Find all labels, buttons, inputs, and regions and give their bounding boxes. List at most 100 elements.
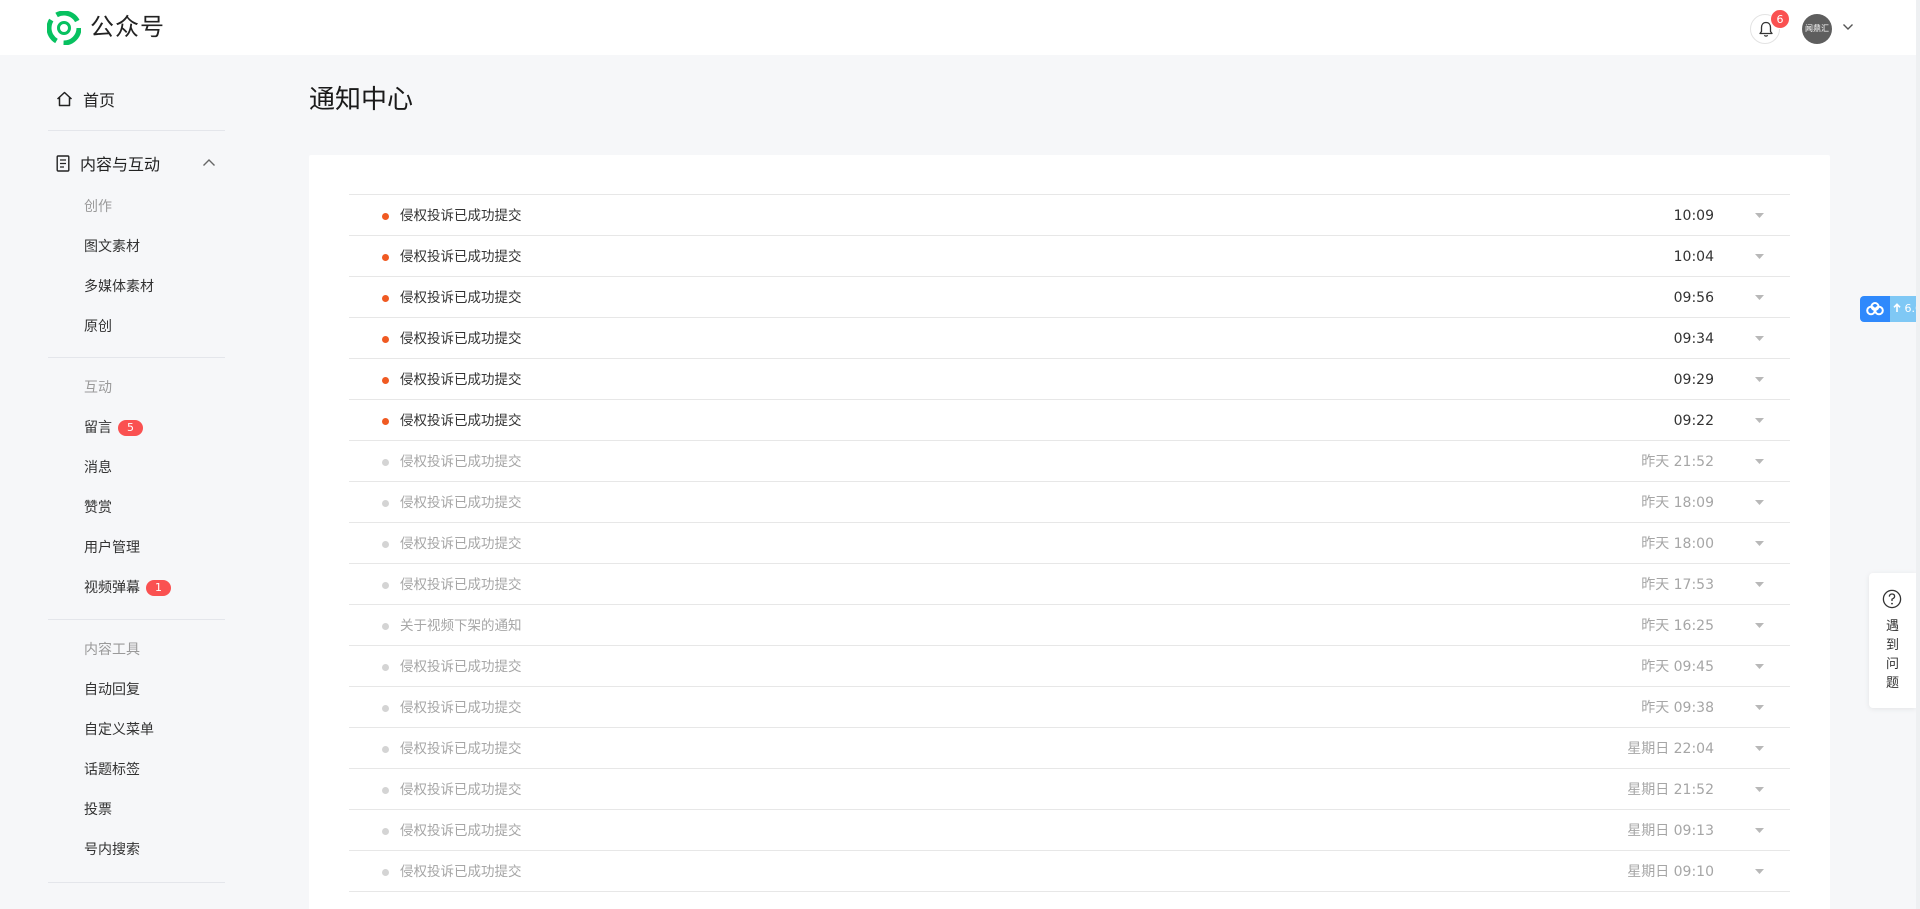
sidebar-group-content-interaction[interactable]: 内容与互动 — [56, 150, 216, 176]
notification-time: 10:04 — [1673, 249, 1714, 265]
read-dot — [382, 869, 389, 876]
caret-down-icon[interactable] — [1755, 705, 1764, 710]
page-title: 通知中心 — [309, 85, 414, 115]
notification-time: 09:56 — [1673, 290, 1714, 306]
read-dot — [382, 664, 389, 671]
notification-title: 侵权投诉已成功提交 — [400, 864, 522, 880]
notification-time: 星期日 09:10 — [1627, 864, 1714, 880]
sidebar-item-label: 号内搜索 — [84, 842, 140, 858]
caret-down-icon[interactable] — [1755, 418, 1764, 423]
caret-down-icon[interactable] — [1755, 377, 1764, 382]
notification-time: 昨天 18:00 — [1641, 536, 1714, 552]
sidebar-item-in-account-search[interactable]: 号内搜索 — [84, 840, 140, 860]
sidebar-divider — [48, 130, 225, 131]
caret-down-icon[interactable] — [1755, 213, 1764, 218]
chevron-down-icon[interactable] — [1842, 23, 1854, 31]
sidebar-item-home[interactable]: 首页 — [56, 86, 115, 112]
notification-row[interactable]: 侵权投诉已成功提交 昨天 18:00 — [349, 523, 1790, 564]
sidebar-section-title: 创作 — [84, 199, 112, 215]
unread-dot — [382, 254, 389, 261]
question-circle-icon — [1882, 589, 1902, 609]
notification-row[interactable]: 侵权投诉已成功提交 昨天 21:52 — [349, 441, 1790, 482]
logo-icon[interactable] — [47, 11, 81, 45]
page-scrollbar[interactable] — [1916, 0, 1920, 909]
notification-title: 侵权投诉已成功提交 — [400, 331, 522, 347]
avatar-text: 闻鼎汇 — [1805, 24, 1829, 33]
caret-down-icon[interactable] — [1755, 828, 1764, 833]
notification-row[interactable]: 侵权投诉已成功提交 昨天 18:09 — [349, 482, 1790, 523]
notification-row[interactable]: 侵权投诉已成功提交 10:09 — [349, 195, 1790, 236]
caret-down-icon[interactable] — [1755, 336, 1764, 341]
notification-title: 侵权投诉已成功提交 — [400, 208, 522, 224]
help-label-char: 到 — [1885, 638, 1899, 653]
sidebar-item-label: 话题标签 — [84, 762, 140, 778]
avatar[interactable]: 闻鼎汇 — [1802, 14, 1832, 44]
caret-down-icon[interactable] — [1755, 500, 1764, 505]
sidebar-item-original[interactable]: 原创 — [84, 317, 112, 337]
notification-row[interactable]: 侵权投诉已成功提交 10:04 — [349, 236, 1790, 277]
chevron-up-icon[interactable] — [202, 158, 216, 167]
caret-down-icon[interactable] — [1755, 582, 1764, 587]
notification-title: 侵权投诉已成功提交 — [400, 659, 522, 675]
sidebar-item-user-management[interactable]: 用户管理 — [84, 538, 140, 558]
caret-down-icon[interactable] — [1755, 623, 1764, 628]
sidebar-item-messages[interactable]: 消息 — [84, 458, 112, 478]
notification-title: 关于视频下架的通知 — [400, 618, 522, 634]
notification-title: 侵权投诉已成功提交 — [400, 495, 522, 511]
notification-row[interactable]: 侵权投诉已成功提交 星期日 09:10 — [349, 851, 1790, 892]
notification-time: 星期日 09:13 — [1627, 823, 1714, 839]
caret-down-icon[interactable] — [1755, 787, 1764, 792]
notification-row[interactable]: 侵权投诉已成功提交 09:34 — [349, 318, 1790, 359]
sidebar-item-multimedia-material[interactable]: 多媒体素材 — [84, 277, 154, 297]
notification-time: 昨天 09:45 — [1641, 659, 1714, 675]
sidebar-item-auto-reply[interactable]: 自动回复 — [84, 680, 140, 700]
sidebar-item-topic-tags[interactable]: 话题标签 — [84, 760, 140, 780]
notification-row[interactable]: 侵权投诉已成功提交 09:56 — [349, 277, 1790, 318]
sidebar-item-rewards[interactable]: 赞赏 — [84, 498, 112, 518]
top-header: 公众号 6 闻鼎汇 — [0, 0, 1920, 55]
caret-down-icon[interactable] — [1755, 459, 1764, 464]
notification-row[interactable]: 侵权投诉已成功提交 昨天 09:45 — [349, 646, 1790, 687]
read-dot — [382, 746, 389, 753]
notification-row[interactable]: 侵权投诉已成功提交 星期日 22:04 — [349, 728, 1790, 769]
notification-row[interactable]: 关于视频下架的通知 昨天 16:25 — [349, 605, 1790, 646]
help-button[interactable]: 遇 到 问 题 — [1869, 573, 1916, 708]
notification-row[interactable]: 侵权投诉已成功提交 星期日 09:13 — [349, 810, 1790, 851]
sidebar-item-comments[interactable]: 留言 5 — [84, 418, 143, 438]
sidebar-item-label: 留言 — [84, 420, 112, 436]
notification-title: 侵权投诉已成功提交 — [400, 741, 522, 757]
caret-down-icon[interactable] — [1755, 746, 1764, 751]
read-dot — [382, 828, 389, 835]
help-label: 遇 到 问 题 — [1869, 617, 1916, 693]
notification-row[interactable]: 侵权投诉已成功提交 星期日 21:52 — [349, 769, 1790, 810]
notification-row[interactable]: 侵权投诉已成功提交 昨天 17:53 — [349, 564, 1790, 605]
sidebar-section-title: 内容工具 — [84, 642, 140, 658]
caret-down-icon[interactable] — [1755, 869, 1764, 874]
unread-dot — [382, 295, 389, 302]
sidebar-item-label: 赞赏 — [84, 500, 112, 516]
caret-down-icon[interactable] — [1755, 664, 1764, 669]
brand-name[interactable]: 公众号 — [90, 11, 165, 43]
sidebar-item-vote[interactable]: 投票 — [84, 800, 112, 820]
caret-down-icon[interactable] — [1755, 295, 1764, 300]
caret-down-icon[interactable] — [1755, 541, 1764, 546]
notification-row[interactable]: 侵权投诉已成功提交 09:22 — [349, 400, 1790, 441]
notification-title: 侵权投诉已成功提交 — [400, 372, 522, 388]
sidebar-item-image-text-material[interactable]: 图文素材 — [84, 237, 140, 257]
notification-title: 侵权投诉已成功提交 — [400, 290, 522, 306]
sidebar-item-custom-menu[interactable]: 自定义菜单 — [84, 720, 154, 740]
sidebar-item-video-danmaku[interactable]: 视频弹幕 1 — [84, 578, 171, 598]
sidebar-item-label: 原创 — [84, 319, 112, 335]
upload-widget[interactable]: 6.6 — [1860, 296, 1920, 322]
notification-title: 侵权投诉已成功提交 — [400, 413, 522, 429]
read-dot — [382, 459, 389, 466]
sidebar-item-label: 多媒体素材 — [84, 279, 154, 295]
notification-title: 侵权投诉已成功提交 — [400, 782, 522, 798]
sidebar-item-label: 首页 — [83, 91, 116, 110]
notification-row[interactable]: 侵权投诉已成功提交 09:29 — [349, 359, 1790, 400]
notification-time: 星期日 21:52 — [1627, 782, 1714, 798]
notification-card: 侵权投诉已成功提交 10:09 侵权投诉已成功提交 10:04 侵权投诉已成功提交 09:… — [309, 155, 1830, 909]
unread-dot — [382, 213, 389, 220]
caret-down-icon[interactable] — [1755, 254, 1764, 259]
notification-row[interactable]: 侵权投诉已成功提交 昨天 09:38 — [349, 687, 1790, 728]
